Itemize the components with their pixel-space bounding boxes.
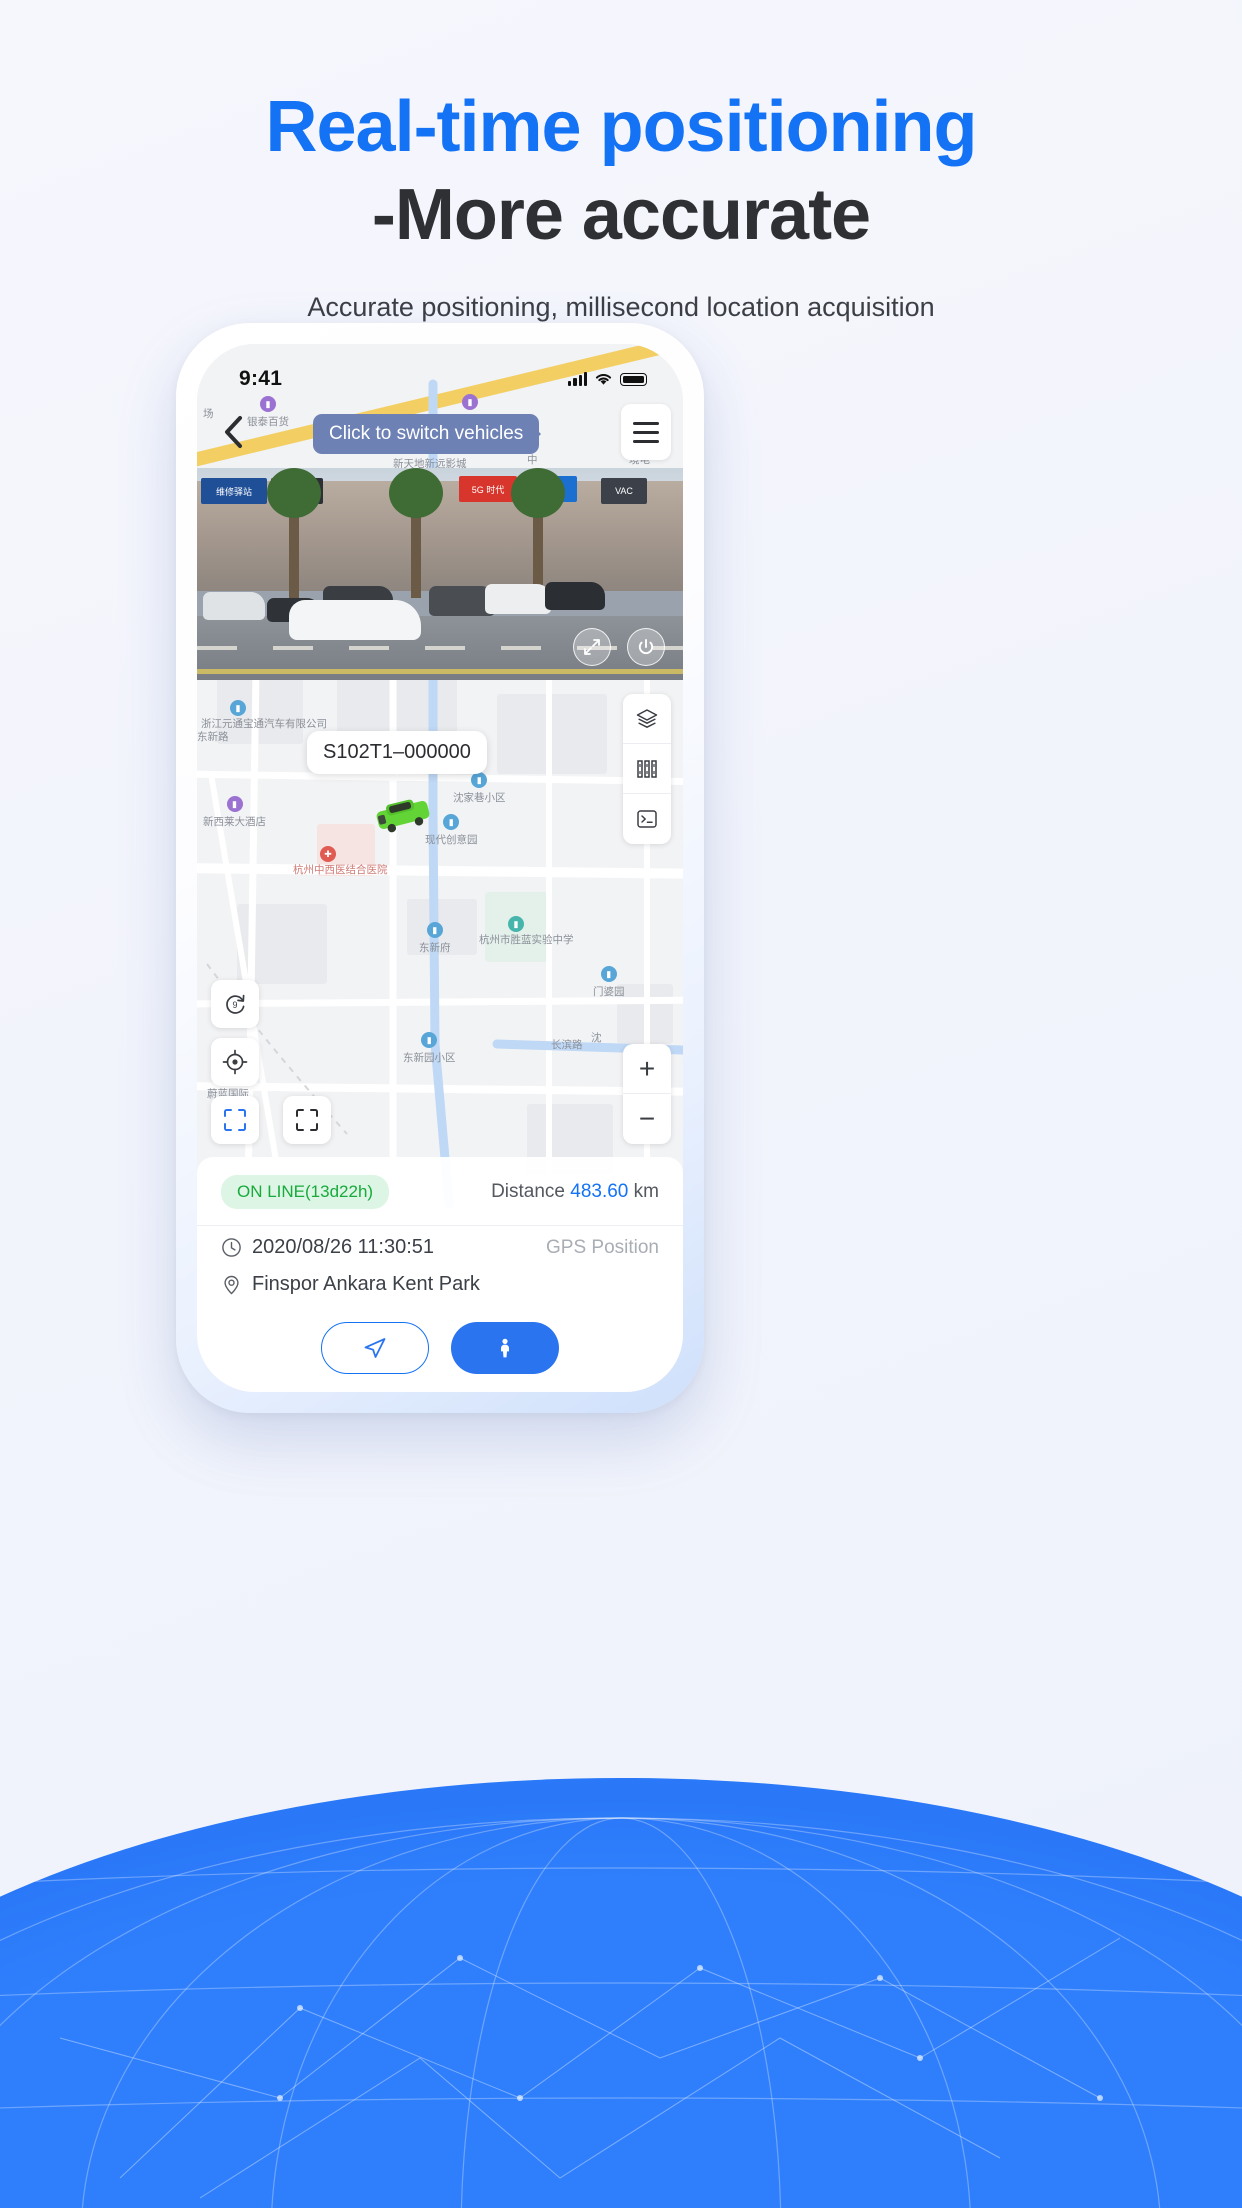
map-layers-icon xyxy=(636,708,658,728)
map-pin-icon: ▮ xyxy=(600,966,617,982)
distance-unit: km xyxy=(633,1181,659,1202)
card-header-row: ON LINE(13d22h) Distance 483.60 km xyxy=(197,1157,683,1226)
timestamp-text: 2020/08/26 11:30:51 xyxy=(252,1236,435,1258)
locate-button[interactable] xyxy=(211,1038,259,1086)
parked-car xyxy=(545,582,605,610)
map-poi-label: ▮ 东新府 xyxy=(419,922,451,955)
video-shop-sign: 5G 时代 xyxy=(459,476,517,502)
tree-icon xyxy=(267,468,321,598)
zoom-in-button[interactable]: + xyxy=(623,1044,671,1094)
person-track-icon xyxy=(501,1338,509,1358)
video-shop-sign: VAC xyxy=(601,478,647,504)
phone-mockup: 场 ▮ 银泰百货 ▮ 跨贸小镇 中 境电 商务综合试验 新天地新远影城 ▮ 浙江… xyxy=(176,323,704,1413)
map-poi-label: ▮ 门婆园 xyxy=(593,966,625,999)
back-button[interactable] xyxy=(211,410,255,454)
gps-position-label: GPS Position xyxy=(546,1236,659,1258)
clock-icon xyxy=(222,1238,241,1257)
switch-vehicle-tooltip[interactable]: Click to switch vehicles xyxy=(313,414,542,454)
map-pin-icon: ▮ xyxy=(443,814,460,830)
hero-section: Real-time positioning -More accurate Acc… xyxy=(0,0,1242,323)
map-poi-label: ▮ 新西莱大酒店 xyxy=(203,796,266,829)
video-shop-sign: 维修驿站 xyxy=(201,478,267,504)
map-pin-icon: ▮ xyxy=(421,1032,438,1048)
track-button[interactable] xyxy=(451,1322,559,1374)
status-bar: 9:41 xyxy=(197,344,683,402)
map-poi-label: ▮ 东新园小区 xyxy=(403,1032,456,1065)
parked-car xyxy=(203,592,265,620)
vehicle-info-card: ON LINE(13d22h) Distance 483.60 km 2020/… xyxy=(197,1157,683,1392)
battery-full-icon xyxy=(620,373,647,386)
distance-label: Distance xyxy=(491,1181,565,1202)
scan-frame-icon xyxy=(224,1109,246,1131)
map-poi-label: ▮ 沈家巷小区 xyxy=(453,772,506,805)
map-poi-label: ▮ 浙江元通宝通汽车有限公司 xyxy=(201,700,327,730)
map-pin-icon: ▮ xyxy=(226,796,243,812)
status-time: 9:41 xyxy=(239,367,283,390)
map-poi-label: ▮ 杭州市胜蓝实验中学 xyxy=(479,916,574,947)
distance-value: 483.60 xyxy=(570,1181,629,1202)
refresh-icon: 9 xyxy=(226,994,245,1014)
zoom-out-button[interactable]: − xyxy=(623,1094,671,1144)
map-poi-label: 长滨路 xyxy=(551,1039,583,1052)
map-zoom-controls: + − xyxy=(623,1044,671,1144)
map-pin-icon: ▮ xyxy=(471,772,488,788)
menu-button[interactable] xyxy=(621,404,671,460)
ruler-button[interactable] xyxy=(623,744,671,794)
map-poi-label: 东新路 xyxy=(197,731,229,744)
status-badge: ON LINE(13d22h) xyxy=(221,1175,390,1209)
refresh-button[interactable]: 9 xyxy=(211,980,259,1028)
scan-button[interactable] xyxy=(211,1096,259,1144)
power-icon xyxy=(638,639,654,655)
map-tool-stack xyxy=(623,694,671,844)
hospital-cross-icon: ✚ xyxy=(320,846,336,862)
fullscreen-corners-icon xyxy=(296,1109,318,1131)
terminal-button[interactable] xyxy=(623,794,671,844)
card-actions xyxy=(197,1322,683,1374)
address-text: Finspor Ankara Kent Park xyxy=(252,1273,480,1295)
video-expand-button[interactable] xyxy=(573,628,611,666)
command-terminal-icon xyxy=(637,810,657,828)
vehicle-label-bubble[interactable]: S102T1–000000 xyxy=(307,731,487,775)
chevron-left-icon xyxy=(225,416,242,448)
hamburger-menu-icon xyxy=(633,421,659,425)
address-row: Finspor Ankara Kent Park xyxy=(197,1263,683,1300)
svg-text:9: 9 xyxy=(232,1000,237,1010)
foreground-car xyxy=(289,600,421,640)
navigate-send-icon xyxy=(364,1338,386,1358)
map-pin-icon: ▮ xyxy=(426,922,443,938)
distance-readout: Distance 483.60 km xyxy=(491,1181,659,1203)
map-poi-label: ✚ 杭州中西医结合医院 xyxy=(293,846,388,877)
wifi-icon xyxy=(595,374,612,385)
video-power-button[interactable] xyxy=(627,628,665,666)
map-pin-icon: ▮ xyxy=(230,700,246,716)
live-video-feed[interactable]: 维修驿站 5G 时代 浩盛通 VAC xyxy=(197,468,683,680)
map-layers-button[interactable] xyxy=(623,694,671,744)
title-line-2: -More accurate xyxy=(371,175,871,256)
navigate-button[interactable] xyxy=(321,1322,429,1374)
parked-car xyxy=(485,584,551,614)
fullscreen-expand-icon xyxy=(584,639,600,655)
phone-screen: 场 ▮ 银泰百货 ▮ 跨贸小镇 中 境电 商务综合试验 新天地新远影城 ▮ 浙江… xyxy=(197,344,683,1392)
fullscreen-button[interactable] xyxy=(283,1096,331,1144)
top-navigation: Click to switch vehicles xyxy=(197,402,683,462)
status-icons xyxy=(568,372,647,386)
page-title: Real-time positioning -More accurate xyxy=(0,90,1242,252)
globe-background xyxy=(0,1778,1242,2208)
title-line-1: Real-time positioning xyxy=(265,87,977,167)
map-poi-label: 沈 xyxy=(591,1032,602,1044)
location-pin-icon xyxy=(224,1275,239,1295)
cellular-bars-icon xyxy=(568,372,587,386)
timestamp-row: 2020/08/26 11:30:51 GPS Position xyxy=(197,1226,683,1263)
page-subtitle: Accurate positioning, millisecond locati… xyxy=(307,292,935,323)
school-icon: ▮ xyxy=(508,916,524,932)
tree-icon xyxy=(389,468,443,598)
crosshair-locate-icon xyxy=(222,1049,248,1075)
ruler-icon xyxy=(637,759,657,778)
